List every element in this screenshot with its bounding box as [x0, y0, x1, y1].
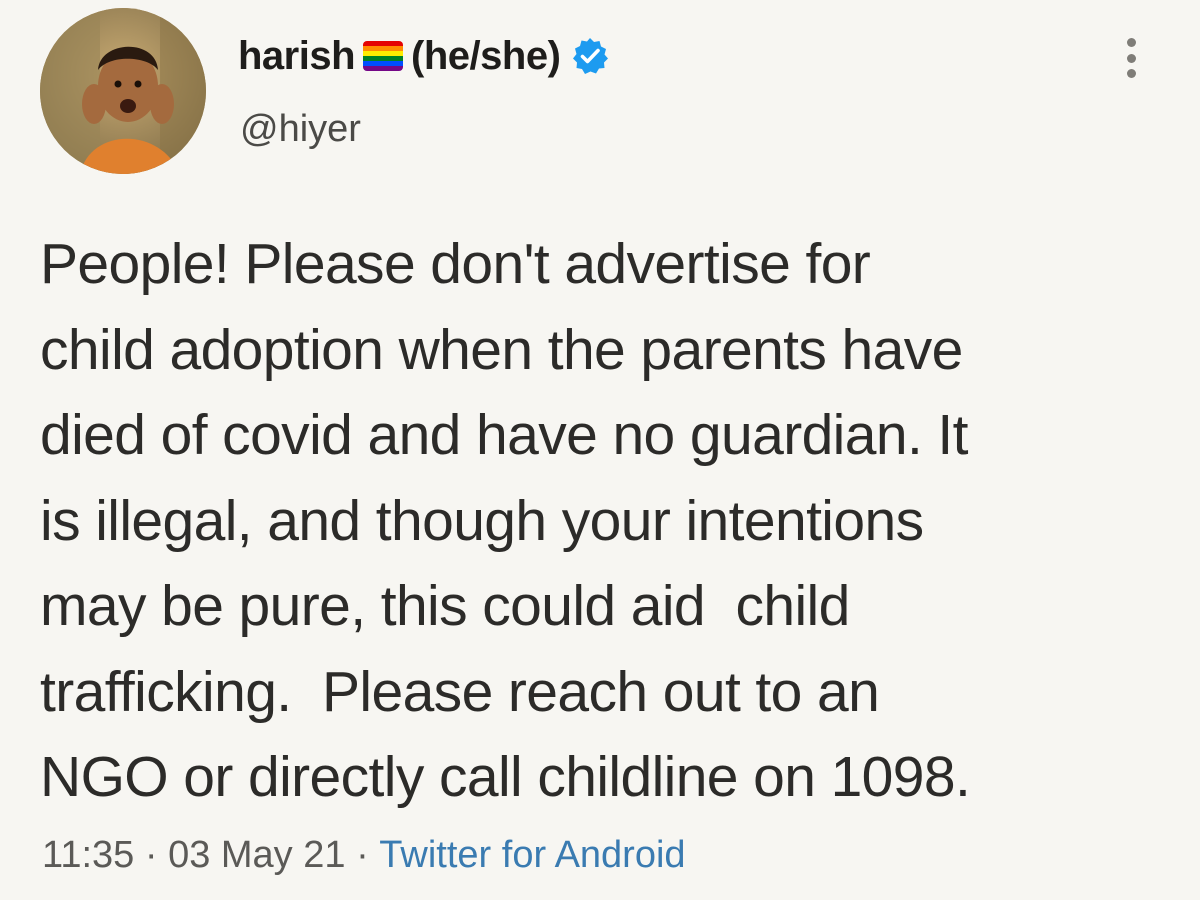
meta-separator: ·: [345, 834, 380, 876]
meta-separator: ·: [134, 834, 169, 876]
verified-badge-icon: [570, 36, 610, 76]
tweet-text-line: is illegal, and though your intentions: [40, 488, 924, 553]
tweet-time[interactable]: 11:35: [42, 834, 134, 877]
tweet-text-line: NGO or directly call childline on 1098.: [40, 745, 971, 809]
author-handle[interactable]: @hiyer: [240, 108, 361, 151]
tweet-source-link[interactable]: Twitter for Android: [379, 834, 685, 877]
avatar-photo: [40, 8, 206, 174]
tweet-text-line: People! Please don't advertise for: [40, 232, 871, 296]
tweet-text-line: trafficking. Please reach out to an: [40, 659, 880, 724]
tweet-text-line: child adoption when the parents have: [40, 317, 963, 382]
pronouns: (he/she): [411, 33, 561, 78]
rainbow-flag-icon: [363, 41, 404, 71]
more-options-icon[interactable]: [1116, 34, 1146, 82]
avatar[interactable]: [40, 8, 206, 174]
tweet-date[interactable]: 03 May 21: [168, 834, 345, 877]
tweet-text-line: may be pure, this could aid child: [40, 574, 850, 638]
tweet-card: harish (he/she) @hiyer People! Please do…: [0, 0, 1200, 900]
tweet-meta: 11:35 · 03 May 21 · Twitter for Android: [42, 834, 686, 877]
display-name[interactable]: harish: [238, 34, 356, 79]
author-name-row[interactable]: harish (he/she): [238, 30, 610, 82]
tweet-text: People! Please don't advertise for child…: [40, 222, 1180, 821]
tweet-text-line: died of covid and have no guardian. It: [40, 403, 968, 467]
